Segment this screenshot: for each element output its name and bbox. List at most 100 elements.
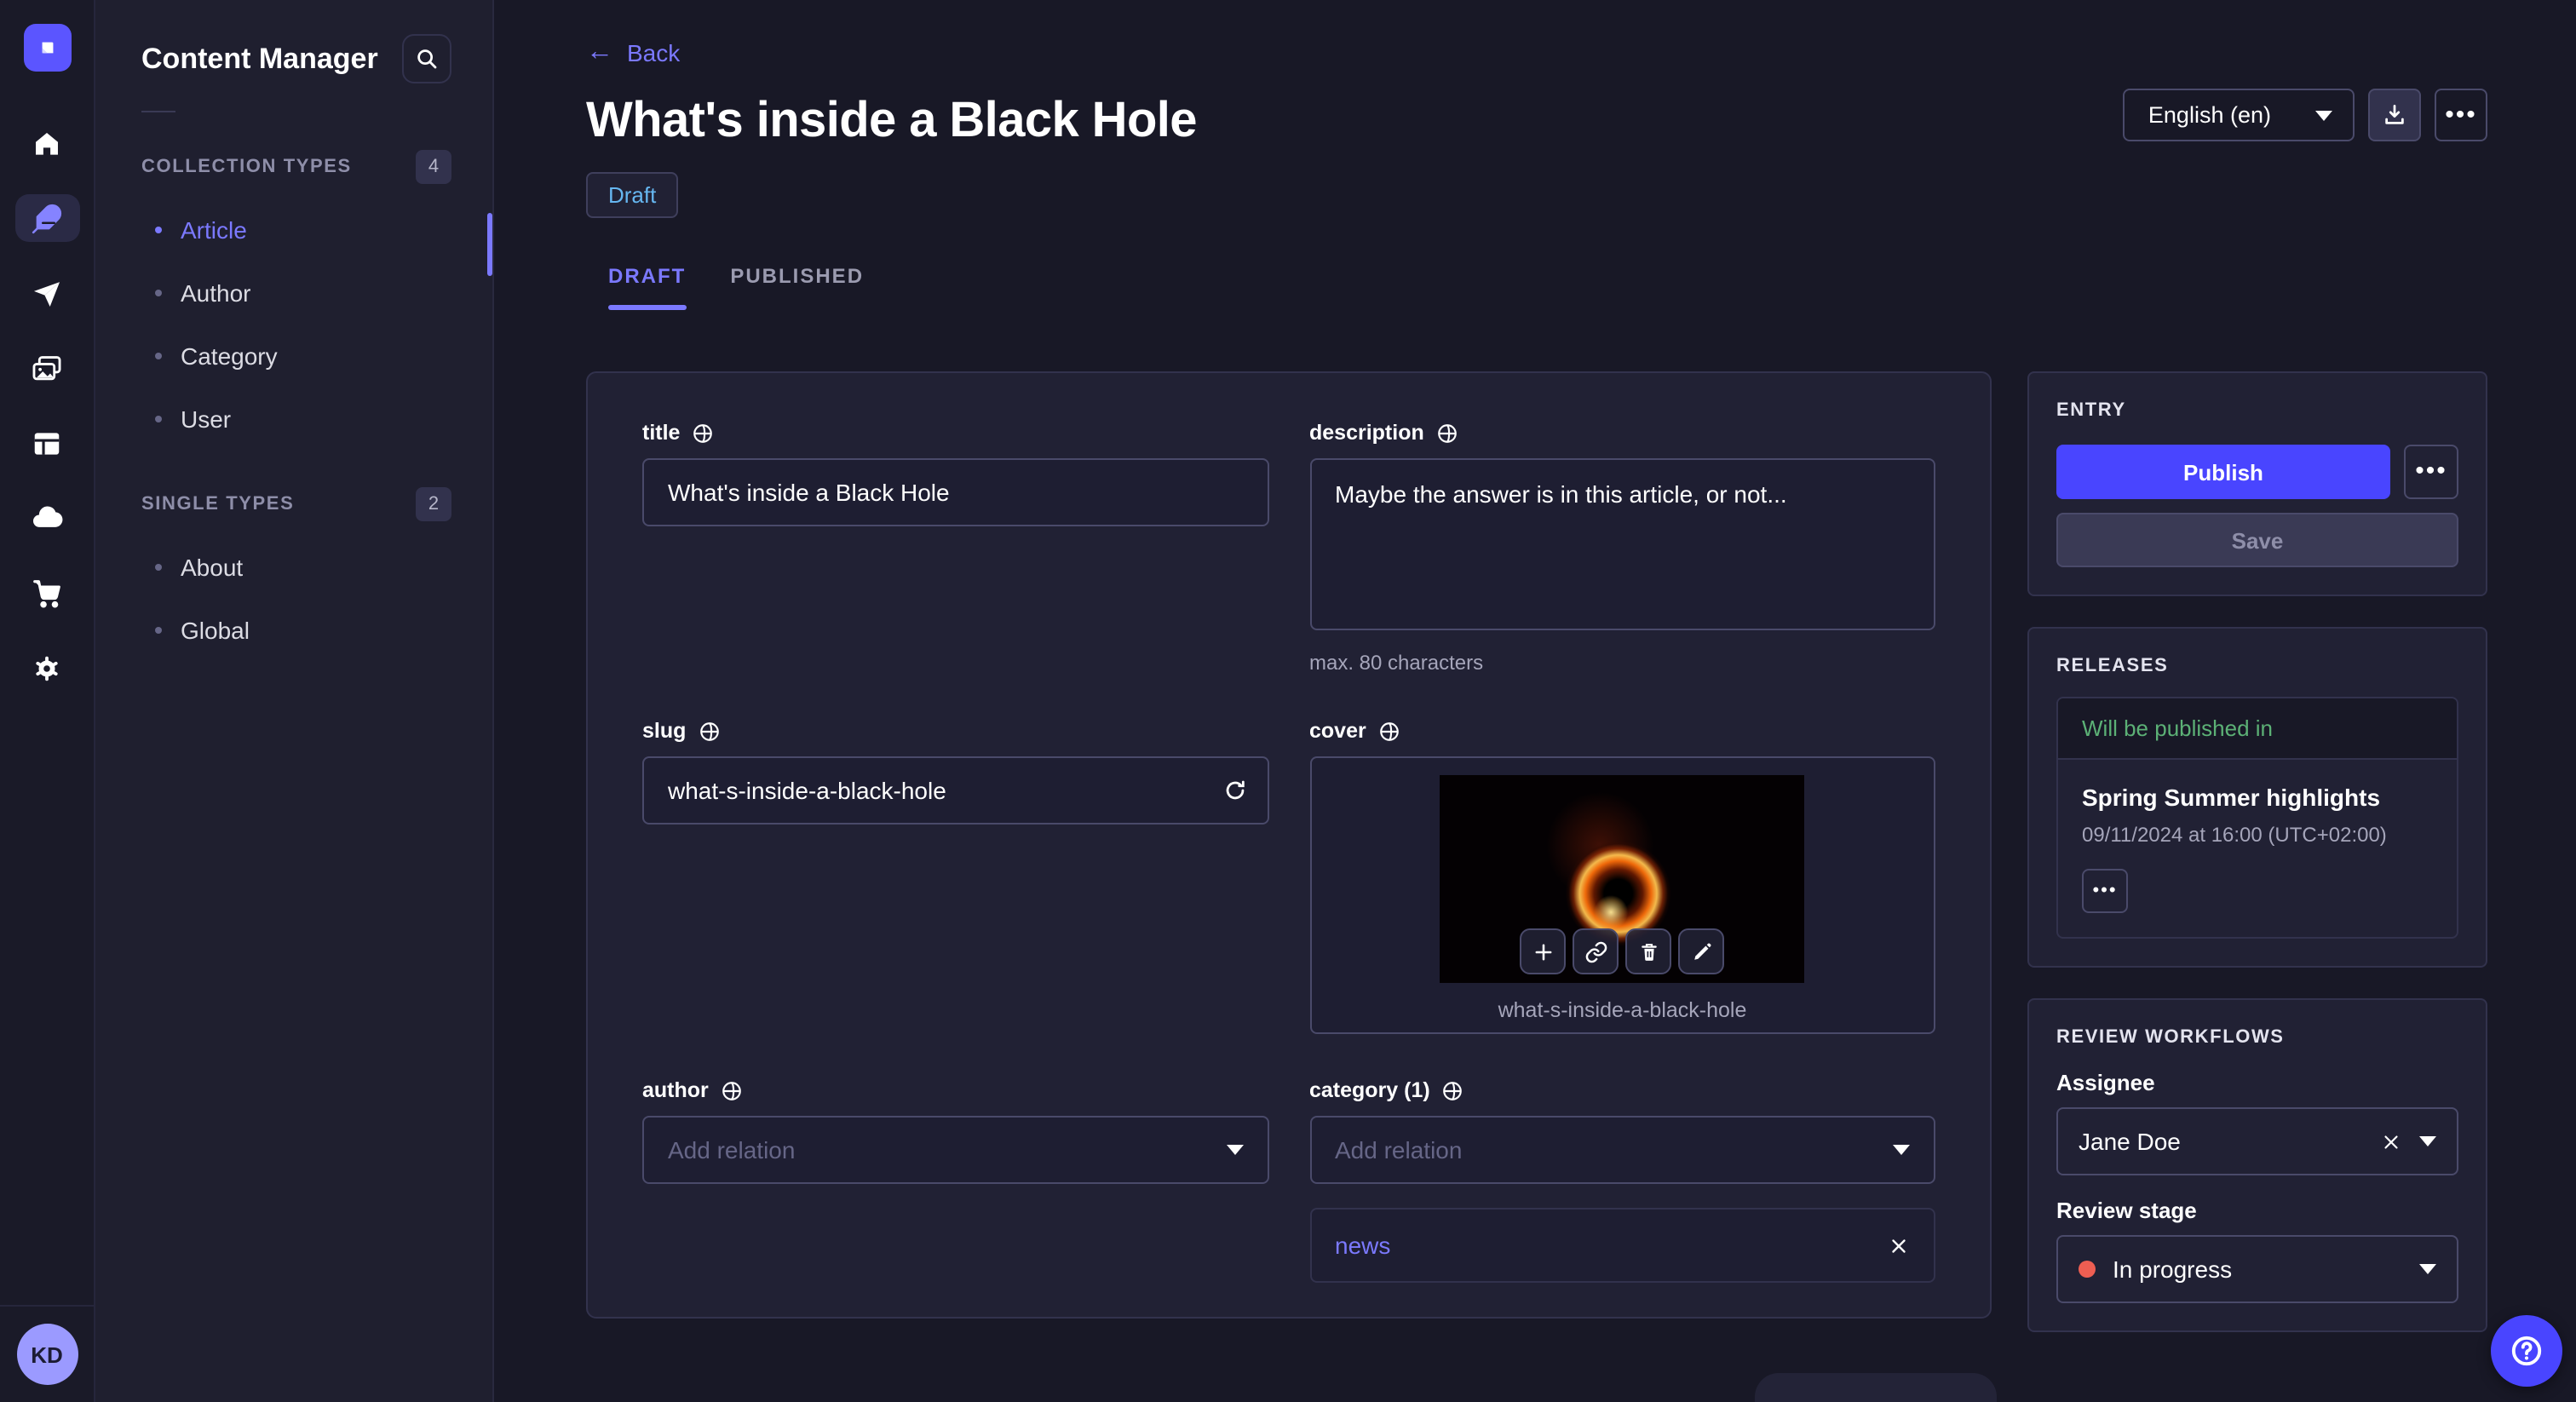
- strapi-logo-icon[interactable]: [23, 24, 71, 72]
- review-workflows-panel: REVIEW WORKFLOWS Assignee Jane Doe Revie…: [2027, 998, 2487, 1332]
- link-icon: [1584, 939, 1608, 963]
- back-link[interactable]: ← Back: [586, 38, 681, 66]
- sidebar-item-label: Global: [181, 616, 250, 643]
- field-author: author Add relation: [642, 1078, 1268, 1184]
- single-types-count-badge: 2: [416, 487, 451, 521]
- tab-label: DRAFT: [608, 264, 687, 288]
- tab-active-underline: [608, 305, 687, 310]
- globe-icon: [721, 1079, 743, 1101]
- cloud-icon: [30, 501, 64, 535]
- close-icon: [1888, 1234, 1910, 1256]
- single-types-list: About Global: [95, 535, 492, 661]
- main-content: ← Back What's inside a Black Hole Draft …: [494, 0, 2576, 1402]
- collection-types-list: Article Author Category User: [95, 198, 492, 450]
- rail-item-home[interactable]: [14, 119, 79, 167]
- clear-assignee-button[interactable]: [2380, 1130, 2402, 1152]
- chevron-down-icon: [2315, 110, 2332, 120]
- version-tabs: DRAFT PUBLISHED: [586, 264, 2487, 310]
- cover-media-card: what-s-inside-a-black-hole: [1309, 756, 1935, 1034]
- sidebar-item-label: User: [181, 405, 232, 432]
- release-name: Spring Summer highlights: [2082, 784, 2381, 811]
- sidebar-item-article[interactable]: Article: [95, 198, 492, 261]
- rail-footer: KD: [0, 1305, 94, 1402]
- sidebar-item-user[interactable]: User: [95, 387, 492, 450]
- save-button[interactable]: Save: [2056, 513, 2458, 567]
- rail-item-releases[interactable]: [14, 269, 79, 317]
- globe-icon: [1442, 1079, 1464, 1101]
- regenerate-slug-button[interactable]: [1221, 777, 1248, 804]
- download-button[interactable]: [2368, 89, 2421, 141]
- field-title: title: [642, 421, 1268, 526]
- feather-icon: [31, 202, 63, 234]
- home-icon: [31, 127, 63, 159]
- trash-icon: [1637, 939, 1661, 963]
- chevron-down-icon: [2419, 1136, 2436, 1146]
- rail-item-content-type-builder[interactable]: [14, 419, 79, 467]
- settings-gear-icon: [31, 652, 63, 684]
- media-library-icon: [31, 352, 63, 384]
- entry-more-button[interactable]: •••: [2404, 445, 2458, 499]
- field-category: category (1) Add relation news: [1309, 1078, 1935, 1283]
- rail-item-deploy[interactable]: [14, 494, 79, 542]
- bullet-icon: [155, 563, 162, 570]
- shopping-cart-icon: [31, 577, 63, 609]
- rail-item-marketplace[interactable]: [14, 569, 79, 617]
- release-date: 09/11/2024 at 16:00 (UTC+02:00): [2082, 823, 2387, 847]
- release-more-button[interactable]: •••: [2082, 869, 2128, 913]
- back-label: Back: [627, 39, 681, 66]
- sidebar-item-about[interactable]: About: [95, 535, 492, 598]
- edit-media-button[interactable]: [1678, 928, 1725, 974]
- download-icon: [2382, 102, 2407, 128]
- relation-link-news[interactable]: news: [1335, 1232, 1390, 1259]
- description-hint: max. 80 characters: [1309, 651, 1484, 675]
- field-cover-label: cover: [1309, 719, 1366, 743]
- assignee-label: Assignee: [2056, 1070, 2155, 1095]
- cover-image-black-hole: [1440, 775, 1805, 983]
- author-placeholder: Add relation: [668, 1136, 796, 1164]
- close-icon: [2380, 1130, 2402, 1152]
- review-stage-combobox[interactable]: In progress: [2056, 1235, 2458, 1303]
- help-button[interactable]: [2491, 1315, 2562, 1387]
- search-button[interactable]: [402, 34, 451, 83]
- title-input[interactable]: [642, 458, 1268, 526]
- sidebar-item-category[interactable]: Category: [95, 324, 492, 387]
- rail-item-content-manager[interactable]: [14, 194, 79, 242]
- rail-item-media-library[interactable]: [14, 344, 79, 392]
- bullet-icon: [155, 626, 162, 633]
- locale-value: English (en): [2148, 102, 2271, 128]
- sidebar-item-author[interactable]: Author: [95, 261, 492, 324]
- category-placeholder: Add relation: [1335, 1136, 1463, 1164]
- author-relation-select[interactable]: Add relation: [642, 1116, 1268, 1184]
- bottom-sheet-pill: [1755, 1373, 1997, 1402]
- locale-select[interactable]: English (en): [2122, 89, 2355, 141]
- user-avatar[interactable]: KD: [16, 1324, 78, 1385]
- sidebar-item-label: About: [181, 553, 244, 580]
- more-options-button[interactable]: •••: [2435, 89, 2487, 141]
- category-relation-select[interactable]: Add relation: [1309, 1116, 1935, 1184]
- status-badge: Draft: [586, 172, 679, 218]
- assignee-combobox[interactable]: Jane Doe: [2056, 1107, 2458, 1175]
- bullet-icon: [155, 352, 162, 359]
- sidebar-item-global[interactable]: Global: [95, 598, 492, 661]
- stage-status-dot: [2079, 1261, 2096, 1278]
- question-mark-icon: [2508, 1332, 2545, 1370]
- publish-button[interactable]: Publish: [2056, 445, 2390, 499]
- copy-link-button[interactable]: [1573, 928, 1619, 974]
- chevron-down-icon: [1226, 1145, 1243, 1155]
- rail-item-settings[interactable]: [14, 644, 79, 692]
- field-author-label: author: [642, 1078, 709, 1102]
- tab-published[interactable]: PUBLISHED: [708, 264, 886, 310]
- remove-relation-button[interactable]: [1888, 1234, 1910, 1256]
- release-status: Will be published in: [2058, 698, 2457, 760]
- delete-media-button[interactable]: [1625, 928, 1672, 974]
- description-textarea[interactable]: Maybe the answer is in this article, or …: [1309, 458, 1935, 630]
- field-category-label: category (1): [1309, 1078, 1430, 1102]
- globe-icon: [1436, 422, 1458, 444]
- releases-panel-title: RELEASES: [2056, 656, 2169, 676]
- tab-draft[interactable]: DRAFT: [586, 264, 708, 310]
- add-media-button[interactable]: [1520, 928, 1567, 974]
- globe-icon: [698, 720, 720, 742]
- release-card: Will be published in Spring Summer highl…: [2056, 697, 2458, 939]
- field-cover: cover what-s-inside-a-black-hole: [1309, 719, 1935, 1034]
- slug-input[interactable]: [642, 756, 1268, 825]
